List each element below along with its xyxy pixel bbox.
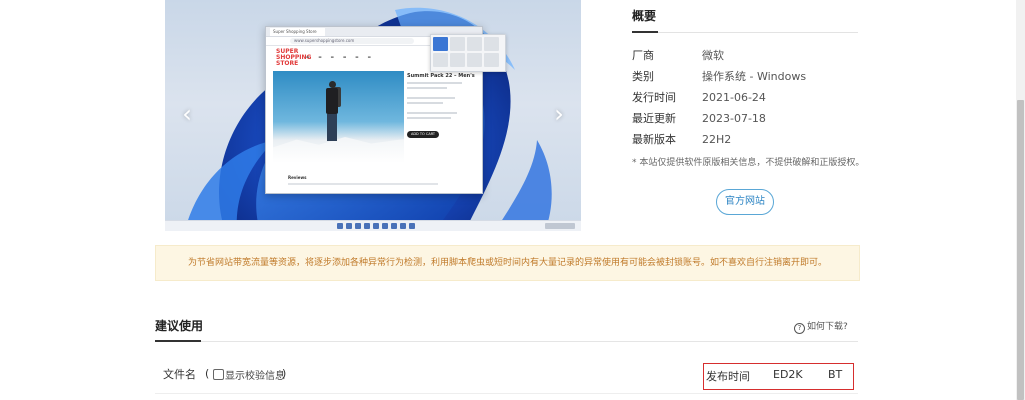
browser-url: www.supershoppingstore.com	[290, 38, 414, 44]
snap-layouts-flyout	[430, 34, 506, 72]
taskbar-clock	[545, 223, 575, 229]
store-logo: SUPER SHOPPING STORE	[276, 48, 312, 67]
overview-value: 微软	[702, 49, 724, 62]
chevron-left-icon[interactable]: ‹	[173, 100, 201, 128]
paren-open: (	[205, 367, 210, 380]
overview-row-latest-version: 最新版本 22H2	[632, 131, 862, 149]
official-website-button[interactable]: 官方网站	[716, 189, 774, 215]
overview-key: 发行时间	[632, 91, 676, 104]
screenshot-carousel: Super Shopping Store www.supershoppingst…	[165, 0, 581, 231]
overview-key: 最新版本	[632, 133, 676, 146]
hiker-figure	[325, 81, 341, 143]
overview-value: 22H2	[702, 133, 732, 146]
overview-key: 类别	[632, 70, 654, 83]
section-divider	[155, 341, 858, 342]
browser-tab: Super Shopping Store	[270, 28, 325, 36]
overview-key: 最近更新	[632, 112, 676, 125]
store-nav: ▬ ▬ ▬ ▬ ▬ ▬	[306, 55, 371, 59]
overview-row-vendor: 厂商 微软	[632, 47, 862, 65]
show-checksum-label: 显示校验信息	[225, 371, 285, 382]
row-divider	[155, 393, 858, 394]
windows-taskbar	[165, 220, 581, 231]
question-circle-icon: ?	[794, 323, 805, 334]
store-nav-item: ▬	[355, 55, 359, 59]
bt-column-header[interactable]: BT	[828, 368, 842, 381]
overview-row-category: 类别 操作系统 - Windows	[632, 68, 862, 86]
overview-title: 概要	[632, 9, 657, 23]
store-nav-item: ▬	[342, 55, 347, 59]
chevron-right-icon[interactable]: ›	[545, 100, 573, 128]
store-nav-item: ▬	[318, 55, 322, 59]
scrollbar-thumb[interactable]	[1017, 100, 1024, 400]
reviews-heading-mockup: Reviews	[288, 175, 307, 180]
section-divider-accent	[155, 340, 201, 342]
hiker-product-photo	[273, 71, 404, 163]
store-nav-item: ▬	[306, 55, 310, 59]
page-scrollbar[interactable]	[1016, 0, 1025, 400]
overview-divider	[632, 32, 858, 33]
notice-banner: 为节省网站带宽流量等资源，将逐步添加各种异常行为检测，利用脚本爬虫或短时间内有大…	[155, 245, 860, 281]
product-title: Summit Pack 22 – Men's	[407, 73, 475, 79]
add-to-cart-button-mockup: ADD TO CART	[407, 131, 439, 138]
disclaimer-note: * 本站仅提供软件原版相关信息，不提供破解和正版授权。	[632, 158, 865, 168]
how-to-download-label: 如何下载?	[807, 322, 848, 332]
section-title-recommended: 建议使用	[155, 319, 204, 333]
overview-divider-accent	[632, 31, 658, 33]
release-time-column-header[interactable]: 发布时间	[706, 368, 750, 384]
taskbar-icons	[337, 223, 415, 229]
filename-column-header: 文件名	[163, 368, 196, 381]
product-info: Summit Pack 22 – Men's	[407, 73, 477, 119]
overview-value: 操作系统 - Windows	[702, 70, 807, 83]
checkbox[interactable]	[213, 369, 224, 380]
store-nav-item: ▬	[330, 55, 334, 59]
overview-value: 2021-06-24	[702, 91, 766, 104]
overview-value: 2023-07-18	[702, 112, 766, 125]
overview-row-last-update: 最近更新 2023-07-18	[632, 110, 862, 128]
how-to-download-link[interactable]: ? 如何下载?	[794, 319, 848, 334]
paren-close: )	[282, 367, 287, 380]
store-nav-item: ▬	[367, 55, 371, 59]
overview-row-release-date: 发行时间 2021-06-24	[632, 89, 862, 107]
overview-key: 厂商	[632, 49, 654, 62]
show-checksum-toggle[interactable]: 显示校验信息	[213, 367, 285, 382]
ed2k-column-header[interactable]: ED2K	[773, 368, 803, 381]
